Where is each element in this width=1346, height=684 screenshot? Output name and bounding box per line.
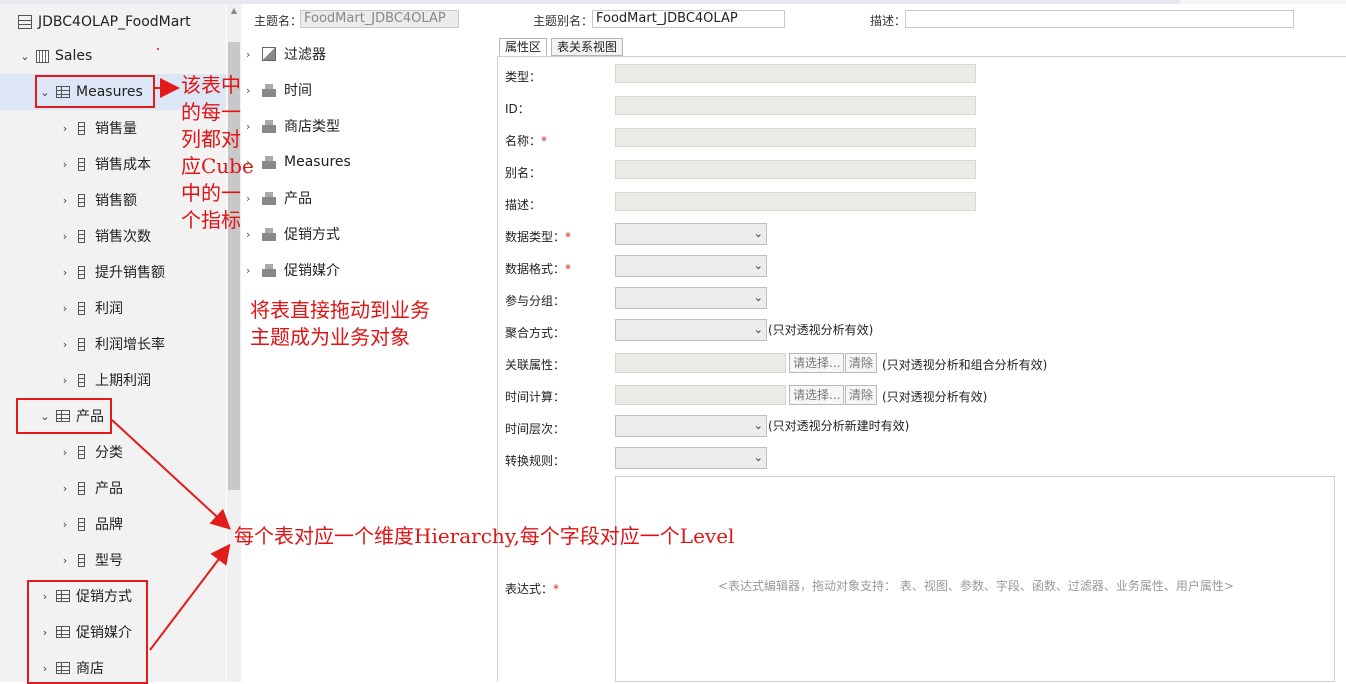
arrow-product <box>111 419 231 530</box>
stray-red-dot <box>157 48 159 50</box>
annotation-arrows <box>111 48 231 651</box>
arrow-dimension-tables <box>149 543 231 651</box>
